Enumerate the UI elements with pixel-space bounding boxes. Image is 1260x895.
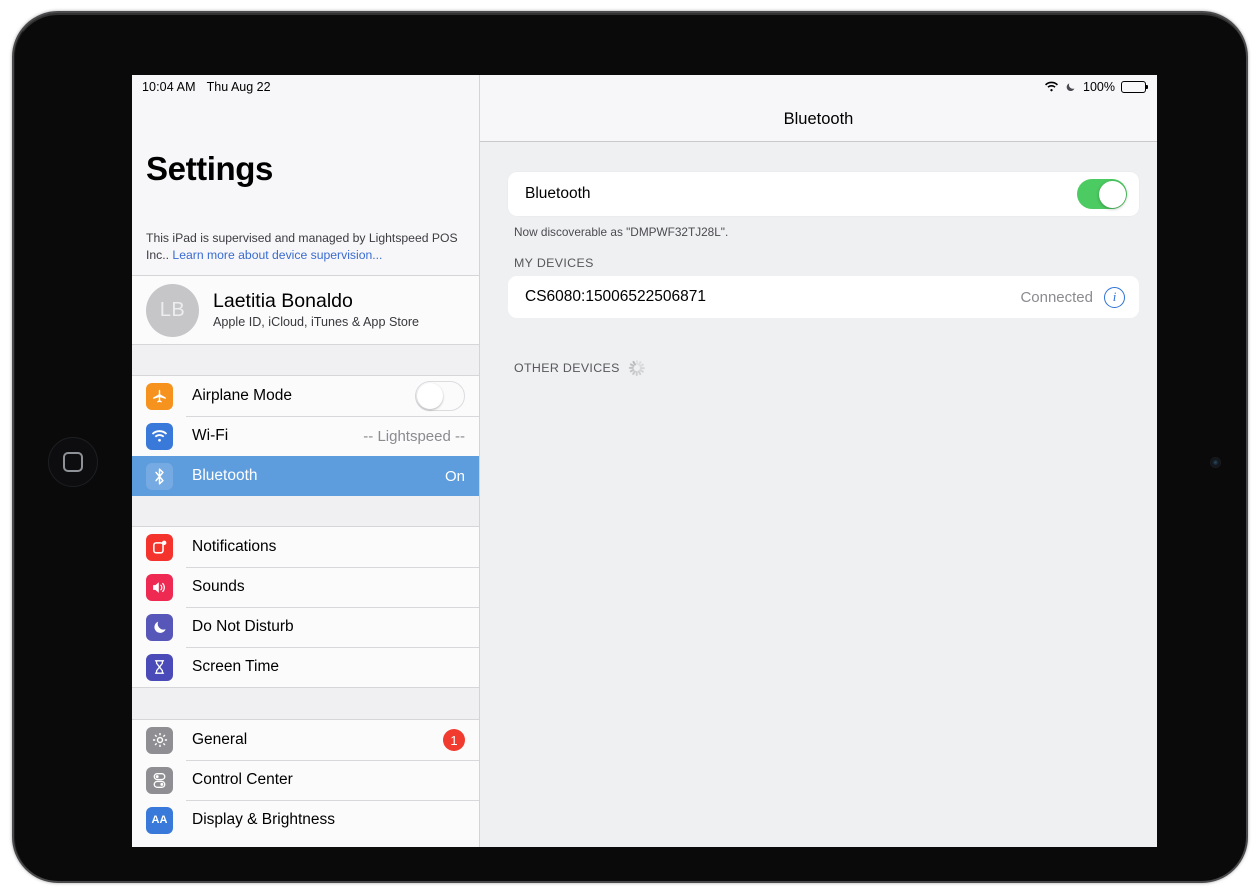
- sidebar-item-general[interactable]: General 1: [132, 720, 479, 760]
- status-bar-left: 10:04 AM Thu Aug 22: [132, 75, 479, 98]
- spinner-spoke: [635, 371, 638, 376]
- sliders-icon: [146, 766, 173, 794]
- sidebar-group-alerts: Notifications Sounds Do Not Disturb Scre…: [132, 527, 479, 687]
- wifi-icon: [146, 422, 173, 450]
- airplane-mode-toggle[interactable]: [415, 381, 465, 411]
- sidebar-group-system: General 1 Control Center AA Display & Br…: [132, 720, 479, 840]
- wifi-icon: [1044, 81, 1059, 93]
- airplane-icon: [146, 382, 173, 410]
- moon-icon: [1065, 81, 1076, 93]
- spinner-spoke: [628, 367, 634, 369]
- supervision-notice: This iPad is supervised and managed by L…: [132, 222, 479, 276]
- text-size-glyph: AA: [151, 814, 168, 826]
- account-text: Laetitia Bonaldo Apple ID, iCloud, iTune…: [213, 289, 419, 332]
- bluetooth-toggle[interactable]: [1077, 179, 1127, 209]
- sidebar-item-label: Notifications: [192, 538, 277, 555]
- supervision-learn-more-link[interactable]: Learn more about device supervision...: [172, 248, 382, 262]
- sidebar-item-label: Screen Time: [192, 658, 280, 675]
- table-row[interactable]: CS6080:15006522506871 Connected i: [508, 276, 1139, 318]
- device-name: CS6080:15006522506871: [525, 288, 707, 305]
- page-title: Settings: [146, 150, 273, 187]
- battery-percent: 100%: [1083, 79, 1115, 94]
- sidebar-item-label: Sounds: [192, 578, 245, 595]
- sidebar-item-do-not-disturb[interactable]: Do Not Disturb: [132, 607, 479, 647]
- moon-icon: [146, 613, 173, 641]
- bluetooth-toggle-label: Bluetooth: [525, 185, 591, 202]
- bluetooth-state-value: On: [444, 467, 465, 485]
- sidebar-item-display-brightness[interactable]: AA Display & Brightness: [132, 800, 479, 840]
- info-icon[interactable]: i: [1104, 286, 1125, 308]
- sidebar-item-screen-time[interactable]: Screen Time: [132, 647, 479, 687]
- settings-sidebar: 10:04 AM Thu Aug 22 Settings This iPad i…: [132, 75, 480, 847]
- detail-header-title: Bluetooth: [480, 98, 1157, 142]
- hourglass-icon: [146, 653, 173, 681]
- ipad-screen: 10:04 AM Thu Aug 22 Settings This iPad i…: [132, 75, 1157, 847]
- other-devices-label: OTHER DEVICES: [514, 361, 620, 375]
- bluetooth-icon: [146, 462, 173, 490]
- front-camera: [1210, 457, 1221, 468]
- sidebar-group-connectivity: Airplane Mode Wi-Fi -- Lightspeed -- Blu…: [132, 376, 479, 496]
- device-status: Connected: [1020, 288, 1093, 306]
- account-name: Laetitia Bonaldo: [213, 289, 353, 312]
- avatar: LB: [146, 283, 199, 337]
- sidebar-item-sounds[interactable]: Sounds: [132, 567, 479, 607]
- status-date: Thu Aug 22: [206, 79, 271, 94]
- sidebar-item-label: Do Not Disturb: [192, 618, 294, 635]
- battery-full-icon: [1121, 80, 1149, 93]
- detail-body: Bluetooth Now discoverable as "DMPWF32TJ…: [480, 142, 1157, 847]
- sidebar-item-label: Airplane Mode: [192, 387, 292, 404]
- bluetooth-detail-pane: 100% Bluetooth Bluetooth Now discoverabl…: [480, 75, 1157, 847]
- sidebar-spacer-3: [132, 687, 479, 720]
- speaker-icon: [146, 573, 173, 601]
- bluetooth-toggle-row[interactable]: Bluetooth: [508, 172, 1139, 216]
- sidebar-item-bluetooth[interactable]: Bluetooth On: [132, 456, 479, 496]
- text-size-icon: AA: [146, 806, 173, 834]
- status-badge: 1: [443, 729, 465, 751]
- sidebar-item-label: Wi-Fi: [192, 427, 229, 444]
- ipad-device-frame: 10:04 AM Thu Aug 22 Settings This iPad i…: [12, 11, 1248, 883]
- status-bar-right: 100%: [480, 75, 1157, 98]
- my-devices-header: MY DEVICES: [508, 239, 1139, 276]
- notifications-icon: [146, 533, 173, 561]
- sidebar-spacer-1: [132, 345, 479, 376]
- sidebar-item-airplane-mode[interactable]: Airplane Mode: [132, 376, 479, 416]
- sidebar-item-label: Control Center: [192, 771, 293, 788]
- status-time: 10:04 AM: [142, 79, 196, 94]
- other-devices-header: OTHER DEVICES: [508, 318, 1139, 382]
- sidebar-item-label: General: [192, 731, 248, 748]
- gear-icon: [146, 726, 173, 754]
- discoverable-hint: Now discoverable as "DMPWF32TJ28L".: [514, 225, 729, 239]
- sidebar-item-wifi[interactable]: Wi-Fi -- Lightspeed --: [132, 416, 479, 456]
- toggle-knob: [417, 383, 443, 409]
- sidebar-item-notifications[interactable]: Notifications: [132, 527, 479, 567]
- my-devices-label: MY DEVICES: [514, 256, 594, 270]
- home-button[interactable]: [48, 437, 98, 487]
- toggle-knob: [1098, 180, 1126, 208]
- sidebar-spacer-2: [132, 496, 479, 527]
- account-subtitle: Apple ID, iCloud, iTunes & App Store: [213, 314, 420, 329]
- apple-id-account-row[interactable]: LB Laetitia Bonaldo Apple ID, iCloud, iT…: [132, 276, 479, 345]
- wifi-network-value: -- Lightspeed --: [363, 427, 465, 445]
- home-button-glyph: [63, 452, 83, 472]
- sidebar-item-label: Bluetooth: [192, 467, 258, 484]
- spinner-icon: [628, 360, 645, 376]
- sidebar-item-label: Display & Brightness: [192, 811, 336, 828]
- sidebar-item-control-center[interactable]: Control Center: [132, 760, 479, 800]
